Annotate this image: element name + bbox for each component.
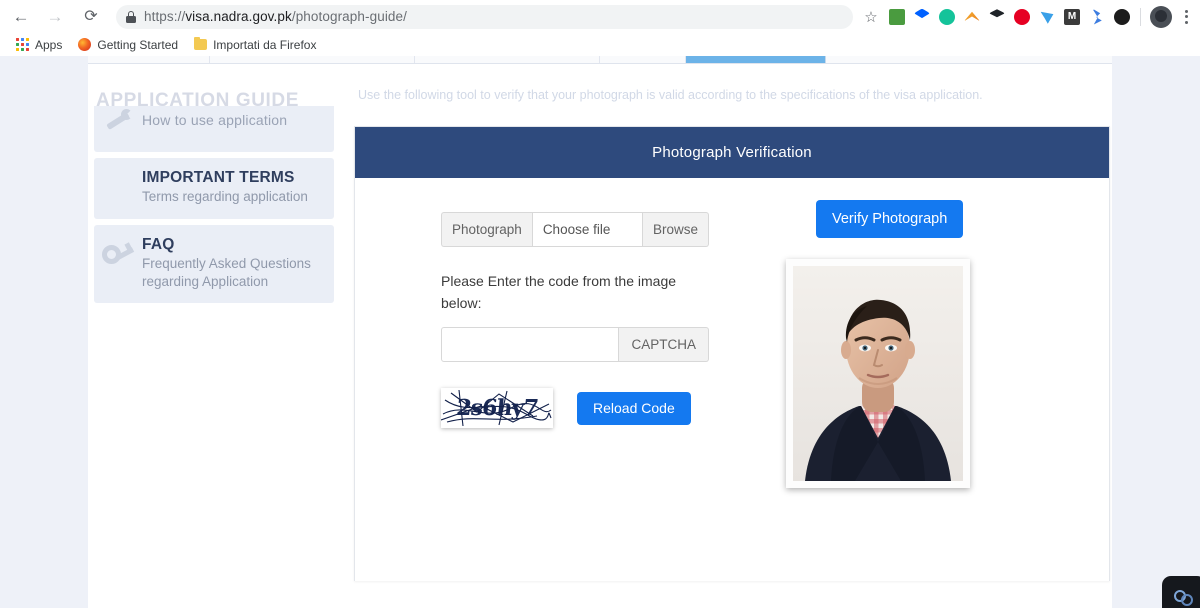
extension-mail[interactable]: M (1060, 5, 1084, 29)
extension-blue-bird[interactable] (1035, 5, 1059, 29)
firefox-icon (78, 38, 92, 51)
panel-body: Photograph Choose file Browse Please Ent… (355, 178, 1109, 581)
url-domain: visa.nadra.gov.pk (185, 9, 292, 24)
bookmark-getting-started[interactable]: Getting Started (70, 36, 186, 54)
address-bar[interactable]: https://visa.nadra.gov.pk/photograph-gui… (116, 4, 853, 29)
captcha-image: 2s6hy7 (441, 388, 553, 429)
captcha-noise-lines (441, 390, 552, 427)
page-gutter-right (1112, 56, 1200, 608)
extension-bar: M (885, 5, 1200, 29)
web-page: APPLICATION GUIDE Use the following tool… (0, 56, 1200, 608)
upload-form: Photograph Choose file Browse Please Ent… (441, 212, 713, 429)
extension-k-circle[interactable] (1110, 5, 1134, 29)
support-widget-glyph (1174, 590, 1194, 606)
url-text: https://visa.nadra.gov.pk/photograph-gui… (144, 9, 407, 24)
reload-code-button[interactable]: Reload Code (577, 391, 691, 425)
extension-layers[interactable] (985, 5, 1009, 29)
bookmark-label: Apps (35, 37, 63, 52)
verify-photograph-button[interactable]: Verify Photograph (816, 200, 964, 238)
key-icon (102, 239, 135, 269)
bookmark-star-icon[interactable]: ☆ (859, 5, 883, 29)
browser-menu-icon[interactable] (1176, 9, 1196, 24)
back-arrow-icon[interactable]: ← (8, 4, 34, 30)
photograph-preview-frame (786, 259, 970, 488)
bookmark-apps[interactable]: Apps (8, 36, 70, 54)
extension-green-bookmark[interactable] (885, 5, 909, 29)
captcha-addon-label: CAPTCHA (619, 327, 709, 363)
captcha-input[interactable] (441, 327, 620, 363)
sidebar-item-title: FAQ (142, 235, 175, 253)
photograph-label: Photograph (441, 212, 532, 247)
toolbar-divider (1140, 7, 1141, 26)
page-content: APPLICATION GUIDE Use the following tool… (88, 56, 1112, 608)
extension-link[interactable] (1085, 5, 1109, 29)
bookmark-label: Importati da Firefox (213, 37, 317, 52)
file-input[interactable]: Choose file (531, 212, 643, 247)
page-gutter-left (0, 56, 88, 608)
guide-sidebar: How to use application IMPORTANT TERMS T… (94, 106, 334, 309)
browse-button[interactable]: Browse (642, 212, 709, 247)
sidebar-item-faq[interactable]: FAQ Frequently Asked Questions regarding… (94, 224, 334, 304)
folder-icon (194, 37, 208, 50)
reload-icon[interactable]: ⟳ (78, 4, 104, 30)
forward-arrow-icon[interactable]: → (42, 4, 68, 30)
support-widget-icon[interactable] (1162, 576, 1200, 608)
wrench-icon (102, 108, 132, 134)
captcha-instruction: Please Enter the code from the image bel… (441, 273, 677, 311)
extension-pinterest[interactable] (1010, 5, 1034, 29)
browser-toolbar: ← → ⟳ https://visa.nadra.gov.pk/photogra… (0, 0, 1200, 33)
url-path: /photograph-guide/ (291, 9, 407, 24)
info-icon (110, 172, 122, 204)
photograph-verification-panel: Photograph Verification Photograph Choos… (354, 126, 1110, 581)
apps-grid-icon (16, 38, 29, 51)
profile-avatar[interactable] (1150, 5, 1172, 28)
captcha-input-group: CAPTCHA (441, 327, 709, 363)
extension-orange-chevron[interactable] (960, 5, 984, 29)
browser-chrome: ← → ⟳ https://visa.nadra.gov.pk/photogra… (0, 0, 1200, 56)
extension-dropbox[interactable] (910, 5, 934, 29)
sidebar-item-title: How to use application (142, 112, 288, 128)
photograph-file-group: Photograph Choose file Browse (441, 212, 709, 247)
bookmarks-bar: Apps Getting Started Importati da Firefo… (0, 33, 1200, 56)
bookmark-importati-da-firefox[interactable]: Importati da Firefox (186, 36, 324, 54)
extension-grammarly[interactable] (935, 5, 959, 29)
sidebar-item-subtitle: Terms regarding application (142, 189, 308, 205)
url-scheme: https:// (144, 9, 186, 24)
bookmark-label: Getting Started (97, 37, 179, 52)
sidebar-item-subtitle: Frequently Asked Questions regarding App… (142, 255, 311, 290)
sidebar-item-title: IMPORTANT TERMS (142, 169, 295, 186)
intro-paragraph: Use the following tool to verify that yo… (358, 88, 983, 102)
photograph-preview (793, 266, 963, 481)
panel-title: Photograph Verification (355, 127, 1109, 178)
captcha-row: 2s6hy7 Reload Code (441, 388, 713, 429)
sidebar-item-how-to-use[interactable]: How to use application (94, 106, 334, 152)
sidebar-item-important-terms[interactable]: IMPORTANT TERMS Terms regarding applicat… (94, 158, 334, 219)
passport-photo-illustration (793, 266, 963, 481)
lock-icon (126, 10, 136, 23)
